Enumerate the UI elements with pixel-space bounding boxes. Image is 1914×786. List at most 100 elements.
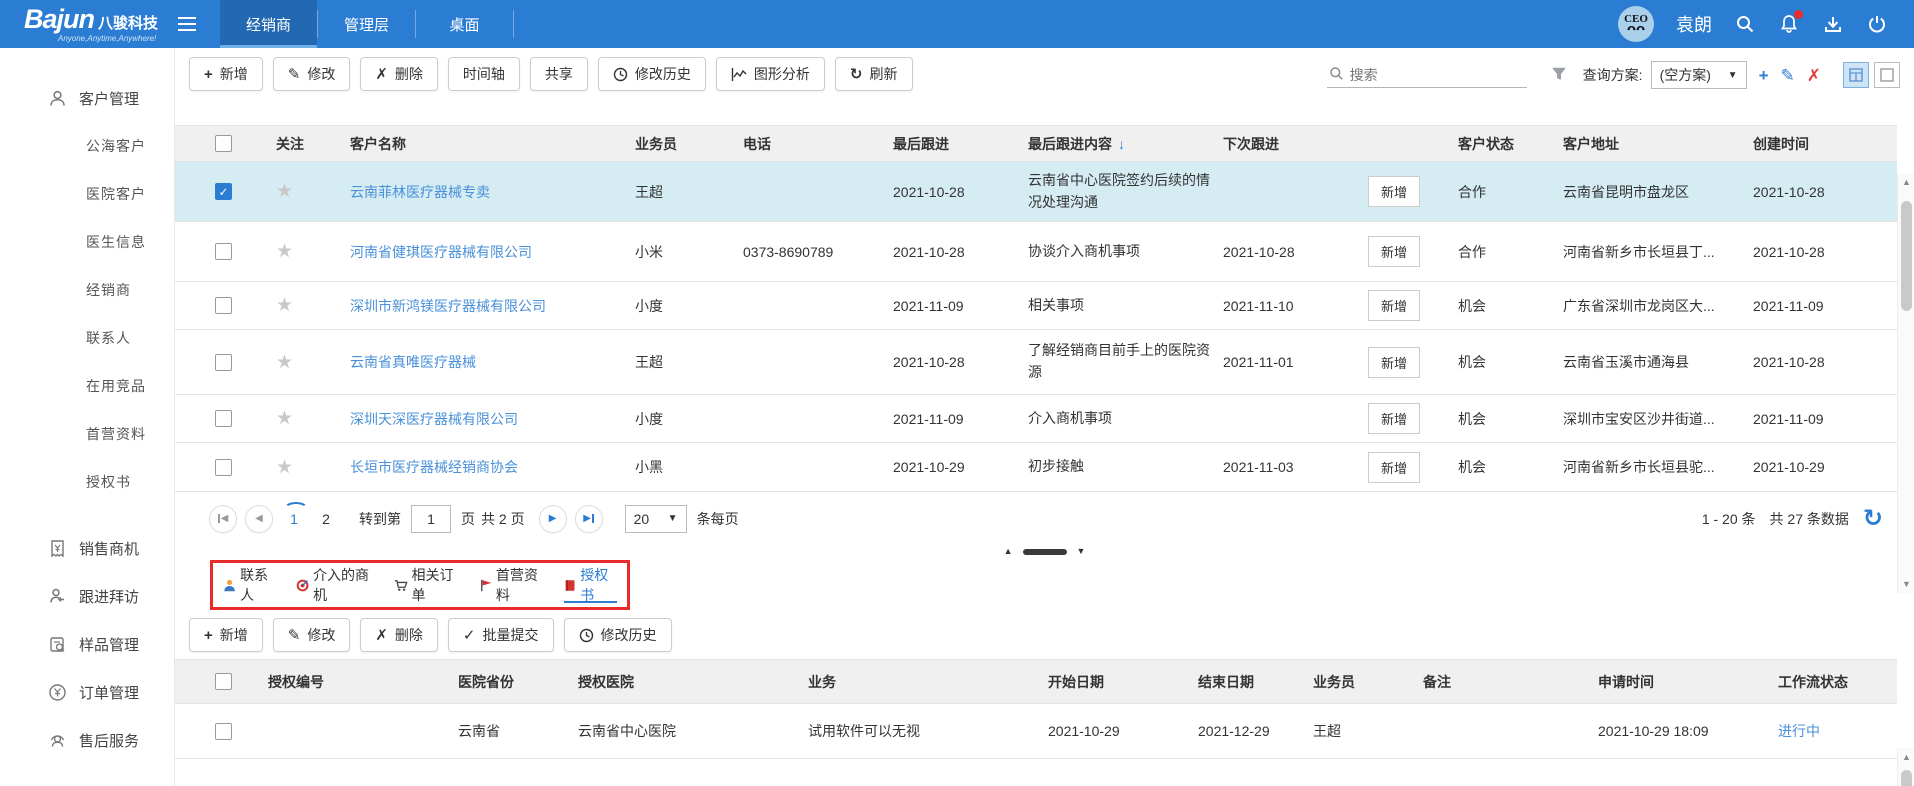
col-end-date[interactable]: 结束日期 xyxy=(1190,672,1305,692)
col-province[interactable]: 医院省份 xyxy=(450,672,570,692)
sub-grid-scrollbar[interactable]: ▲ xyxy=(1897,748,1914,786)
download-icon[interactable] xyxy=(1822,13,1844,35)
select-all-checkbox[interactable] xyxy=(215,135,232,152)
customer-name-link[interactable]: 云南菲林医疗器械专卖 xyxy=(330,182,620,202)
subtab-contacts[interactable]: 联系人 xyxy=(223,563,277,607)
subtab-first-sale-docs[interactable]: 首营资料 xyxy=(480,563,545,607)
col-salesperson[interactable]: 业务员 xyxy=(620,134,735,154)
col-phone[interactable]: 电话 xyxy=(735,134,885,154)
search-input[interactable] xyxy=(1350,67,1510,83)
col-remark[interactable]: 备注 xyxy=(1415,672,1590,692)
tab-management[interactable]: 管理层 xyxy=(318,0,415,48)
table-row[interactable]: ★ 长垣市医疗器械经销商协会 小黑 2021-10-29 初步接触 2021-1… xyxy=(175,443,1897,492)
row-checkbox[interactable] xyxy=(215,354,232,371)
notification-bell-icon[interactable] xyxy=(1778,13,1800,35)
page-size-select[interactable]: 20 ▼ xyxy=(625,505,687,533)
table-view-toggle[interactable] xyxy=(1843,62,1869,88)
add-button[interactable]: +新增 xyxy=(189,57,263,91)
col-status[interactable]: 客户状态 xyxy=(1450,134,1555,154)
edit-button[interactable]: ✎修改 xyxy=(273,57,351,91)
timeline-button[interactable]: 时间轴 xyxy=(448,57,520,91)
user-name[interactable]: 袁朗 xyxy=(1676,11,1712,37)
col-address[interactable]: 客户地址 xyxy=(1555,134,1745,154)
row-checkbox[interactable] xyxy=(215,410,232,427)
goto-page-input[interactable] xyxy=(411,505,451,533)
sidebar-group-customer-mgmt[interactable]: 客户管理 xyxy=(0,74,174,122)
star-icon[interactable]: ★ xyxy=(276,457,293,478)
col-next-follow[interactable]: 下次跟进 xyxy=(1215,134,1360,154)
col-hospital[interactable]: 授权医院 xyxy=(570,672,800,692)
query-scheme-select[interactable]: (空方案) ▼ xyxy=(1651,61,1747,89)
row-checkbox[interactable] xyxy=(215,459,232,476)
star-icon[interactable]: ★ xyxy=(276,295,293,316)
page-number-2[interactable]: 2 xyxy=(313,511,339,527)
customer-name-link[interactable]: 云南省真唯医疗器械 xyxy=(330,352,620,372)
row-checkbox[interactable] xyxy=(215,297,232,314)
scheme-edit-icon[interactable]: ✎ xyxy=(1781,67,1795,84)
scheme-delete-icon[interactable]: ✗ xyxy=(1807,67,1821,84)
row-add-button[interactable]: 新增 xyxy=(1368,452,1420,483)
col-auth-no[interactable]: 授权编号 xyxy=(260,672,450,692)
scroll-down-icon[interactable]: ▼ xyxy=(1898,575,1914,593)
col-customer-name[interactable]: 客户名称 xyxy=(330,134,620,154)
row-add-button[interactable]: 新增 xyxy=(1368,403,1420,434)
col-last-content[interactable]: 最后跟进内容↓ xyxy=(1020,134,1215,154)
menu-toggle-icon[interactable] xyxy=(178,0,208,48)
sidebar-item-contacts[interactable]: 联系人 xyxy=(0,314,174,362)
tab-desktop[interactable]: 桌面 xyxy=(416,0,513,48)
last-page-button[interactable]: ▶ xyxy=(575,505,603,533)
sub-select-all-checkbox[interactable] xyxy=(215,673,232,690)
subtab-orders[interactable]: 相关订单 xyxy=(394,563,461,607)
sub-edit-button[interactable]: ✎修改 xyxy=(273,618,351,652)
subtable-row[interactable]: 云南省 云南省中心医院 试用软件可以无视 2021-10-29 2021-12-… xyxy=(175,704,1897,759)
avatar[interactable]: CEO ᴖᴖ xyxy=(1618,6,1654,42)
row-add-button[interactable]: 新增 xyxy=(1368,347,1420,378)
sub-add-button[interactable]: +新增 xyxy=(189,618,263,652)
customer-name-link[interactable]: 深圳市新鸿镁医疗器械有限公司 xyxy=(330,296,620,316)
card-view-toggle[interactable] xyxy=(1874,62,1900,88)
filter-funnel-icon[interactable] xyxy=(1551,66,1567,85)
col-apply-time[interactable]: 申请时间 xyxy=(1590,672,1770,692)
row-add-button[interactable]: 新增 xyxy=(1368,290,1420,321)
scheme-add-icon[interactable]: + xyxy=(1759,67,1769,84)
sidebar-item-dealers[interactable]: 经销商 xyxy=(0,266,174,314)
star-icon[interactable]: ★ xyxy=(276,352,293,373)
sub-delete-button[interactable]: ✗删除 xyxy=(360,618,438,652)
panel-splitter[interactable]: ▲ ▼ xyxy=(175,545,1914,558)
page-number-1[interactable]: 1 xyxy=(281,511,307,527)
sub-history-button[interactable]: 修改历史 xyxy=(564,618,672,652)
workflow-status-link[interactable]: 进行中 xyxy=(1770,721,1896,741)
sidebar-item-first-sale-docs[interactable]: 首营资料 xyxy=(0,410,174,458)
sidebar-item-hospital-customers[interactable]: 医院客户 xyxy=(0,170,174,218)
first-page-button[interactable]: ◀ xyxy=(209,505,237,533)
row-add-button[interactable]: 新增 xyxy=(1368,176,1420,207)
sidebar-group-order-mgmt[interactable]: 订单管理 xyxy=(0,668,174,716)
collapse-up-icon[interactable]: ▲ xyxy=(1004,547,1013,556)
batch-submit-button[interactable]: ✓批量提交 xyxy=(448,618,554,652)
collapse-down-icon[interactable]: ▼ xyxy=(1077,547,1086,556)
sidebar-group-sales-opportunity[interactable]: 销售商机 xyxy=(0,524,174,572)
sidebar-group-follow-up-visit[interactable]: 跟进拜访 xyxy=(0,572,174,620)
sidebar-item-public-customers[interactable]: 公海客户 xyxy=(0,122,174,170)
customer-name-link[interactable]: 深圳天深医疗器械有限公司 xyxy=(330,409,620,429)
star-icon[interactable]: ★ xyxy=(276,408,293,429)
grid-refresh-icon[interactable]: ↻ xyxy=(1863,507,1883,531)
table-row[interactable]: ★ 深圳市新鸿镁医疗器械有限公司 小度 2021-11-09 相关事项 2021… xyxy=(175,282,1897,330)
scroll-up-icon[interactable]: ▲ xyxy=(1898,173,1914,191)
search-icon[interactable] xyxy=(1734,13,1756,35)
table-row[interactable]: ★ 深圳天深医疗器械有限公司 小度 2021-11-09 介入商机事项 新增 机… xyxy=(175,395,1897,443)
sidebar-item-competing-products[interactable]: 在用竞品 xyxy=(0,362,174,410)
splitter-handle[interactable] xyxy=(1023,549,1067,555)
main-grid-scrollbar[interactable]: ▲ ▼ xyxy=(1897,173,1914,593)
col-start-date[interactable]: 开始日期 xyxy=(1040,672,1190,692)
next-page-button[interactable]: ▶ xyxy=(539,505,567,533)
sidebar-item-authorization[interactable]: 授权书 xyxy=(0,458,174,506)
customer-name-link[interactable]: 长垣市医疗器械经销商协会 xyxy=(330,457,620,477)
sidebar-item-doctor-info[interactable]: 医生信息 xyxy=(0,218,174,266)
row-checkbox[interactable] xyxy=(215,243,232,260)
customer-name-link[interactable]: 河南省健琪医疗器械有限公司 xyxy=(330,242,620,262)
table-row[interactable]: ★ 云南省真唯医疗器械 王超 2021-10-28 了解经销商目前手上的医院资源… xyxy=(175,330,1897,395)
row-checkbox[interactable]: ✓ xyxy=(215,183,232,200)
star-icon[interactable]: ★ xyxy=(276,181,293,202)
row-add-button[interactable]: 新增 xyxy=(1368,236,1420,267)
